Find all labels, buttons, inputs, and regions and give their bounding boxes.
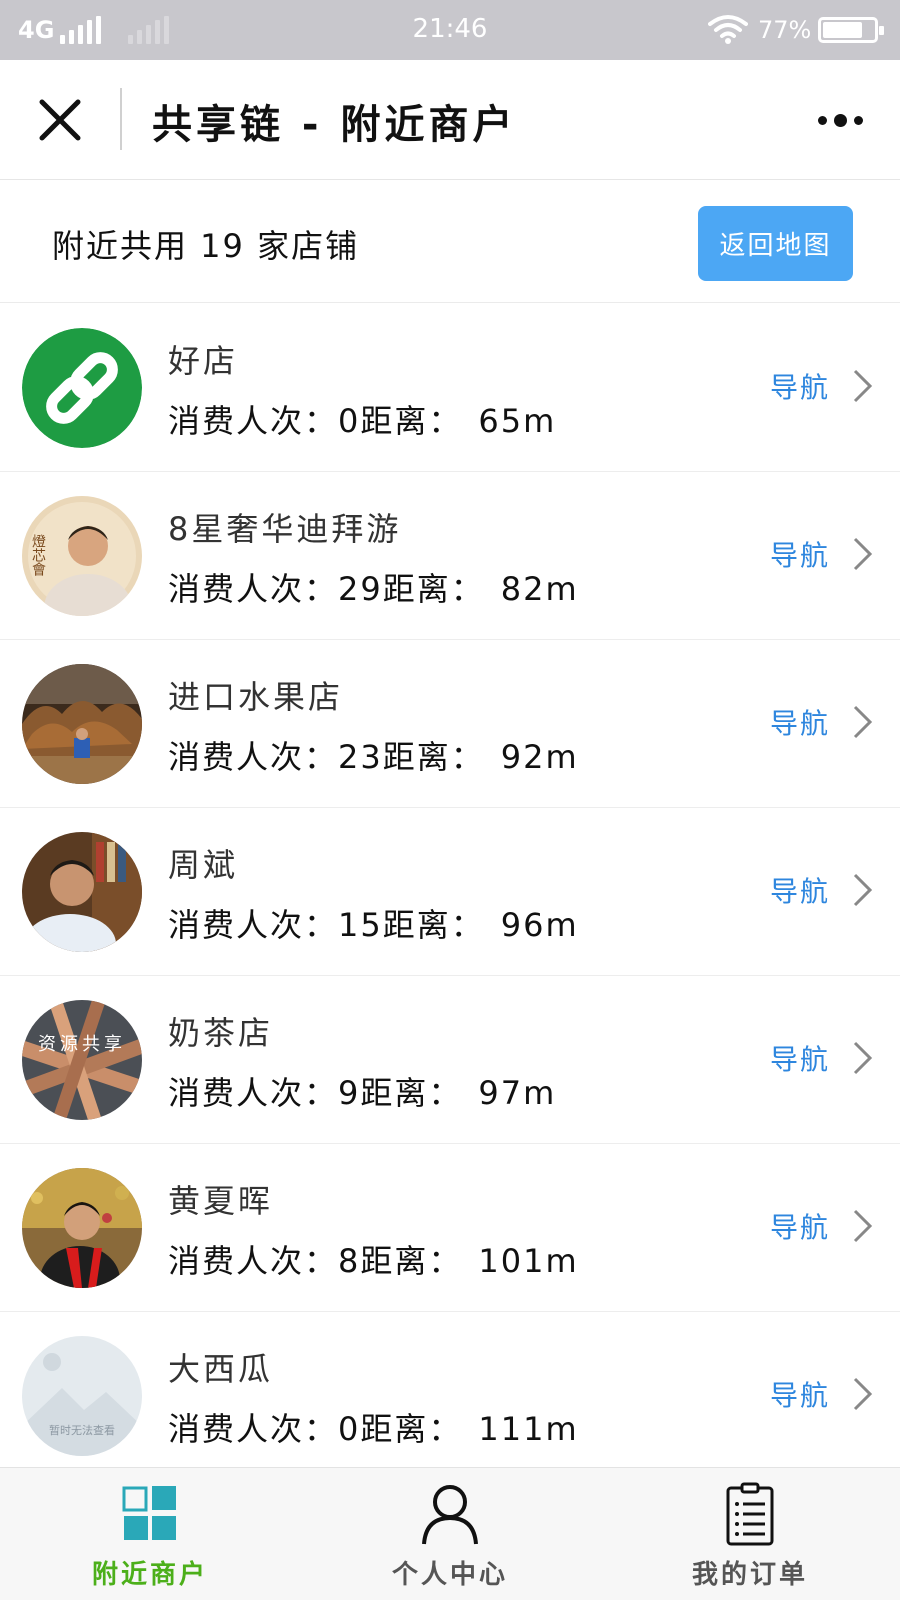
shop-name: 好店: [168, 342, 239, 380]
hands-text: 资源共享: [38, 1034, 126, 1055]
shop-row[interactable]: 好店 消费人次：0距离： 65m 导航: [0, 304, 900, 472]
wood-carving-photo-avatar: [22, 664, 142, 784]
close-icon[interactable]: [30, 90, 90, 150]
distance-label: 距离：: [360, 1410, 463, 1448]
visits-label: 消费人次：: [168, 1410, 339, 1448]
shop-stats: 消费人次：0距离： 111m: [168, 1404, 579, 1450]
visits-label: 消费人次：: [168, 1074, 339, 1112]
shop-name: 8星奢华迪拜游: [168, 510, 402, 548]
battery-percent: 77%: [758, 16, 812, 44]
image-unavailable-placeholder-avatar: 暂时无法查看: [22, 1336, 142, 1456]
chevron-right-icon[interactable]: [852, 1376, 874, 1412]
chevron-right-icon[interactable]: [852, 704, 874, 740]
shop-name: 奶茶店: [168, 1014, 274, 1052]
wifi-icon: [708, 15, 748, 44]
shop-count-text: 附近共用 19 家店铺: [52, 227, 360, 265]
shop-stats: 消费人次：9距离： 97m: [168, 1068, 556, 1114]
clipboard-icon: [726, 1482, 774, 1546]
shop-stats: 消费人次：23距离： 92m: [168, 732, 579, 778]
bottom-tab-bar: 附近商户 个人中心 我的订单: [0, 1467, 900, 1600]
distance-value: 97m: [478, 1074, 557, 1112]
back-to-map-button[interactable]: 返回地图: [698, 206, 853, 281]
shop-row[interactable]: 进口水果店 消费人次：23距离： 92m 导航: [0, 640, 900, 808]
distance-value: 111m: [478, 1410, 579, 1448]
distance-value: 96m: [500, 906, 579, 944]
navigate-link[interactable]: 导航: [770, 534, 830, 574]
shop-stats: 消费人次：8距离： 101m: [168, 1236, 579, 1282]
visits-label: 消费人次：: [168, 738, 339, 776]
visits-count: 23: [338, 738, 383, 776]
man-red-scarf-photo-avatar: [22, 1168, 142, 1288]
distance-value: 101m: [478, 1242, 579, 1280]
shop-name: 进口水果店: [168, 678, 344, 716]
shop-row[interactable]: 暂时无法查看 大西瓜 消费人次：0距离： 111m 导航: [0, 1312, 900, 1467]
man-portrait-avatar: 燈芯會: [22, 496, 142, 616]
person-icon: [422, 1485, 478, 1545]
battery-icon: [818, 17, 884, 43]
placeholder-text: 暂时无法查看: [49, 1423, 115, 1437]
visits-count: 8: [338, 1242, 361, 1280]
tab-label: 附近商户: [91, 1560, 208, 1590]
chevron-right-icon[interactable]: [852, 1208, 874, 1244]
portrait-badge-text: 燈芯會: [30, 534, 46, 576]
distance-label: 距离：: [382, 738, 485, 776]
shop-stats: 消费人次：0距离： 65m: [168, 396, 556, 442]
tab-nearby-merchants[interactable]: 附近商户: [0, 1468, 300, 1600]
chevron-right-icon[interactable]: [852, 872, 874, 908]
tab-personal-center[interactable]: 个人中心: [300, 1468, 600, 1600]
visits-label: 消费人次：: [168, 402, 339, 440]
visits-count: 29: [338, 570, 383, 608]
distance-label: 距离：: [360, 402, 463, 440]
shop-name: 周斌: [168, 846, 239, 884]
shop-name: 大西瓜: [168, 1350, 274, 1388]
tab-label: 我的订单: [691, 1560, 808, 1590]
shop-name: 黄夏晖: [168, 1182, 274, 1220]
visits-count: 9: [338, 1074, 361, 1112]
chain-link-logo-avatar: [22, 328, 142, 448]
distance-value: 65m: [478, 402, 557, 440]
chevron-right-icon[interactable]: [852, 368, 874, 404]
hands-resource-share-avatar: 资源共享: [22, 1000, 142, 1120]
shop-stats: 消费人次：15距离： 96m: [168, 900, 579, 946]
shop-list[interactable]: 好店 消费人次：0距离： 65m 导航 燈芯會 8星奢华迪拜游 消费人次：29距离…: [0, 304, 900, 1467]
visits-label: 消费人次：: [168, 906, 339, 944]
shop-row[interactable]: 燈芯會 8星奢华迪拜游 消费人次：29距离： 82m 导航: [0, 472, 900, 640]
title-bar: 共享链 - 附近商户: [0, 60, 900, 180]
grid-icon: [122, 1486, 176, 1540]
distance-label: 距离：: [360, 1074, 463, 1112]
chevron-right-icon[interactable]: [852, 536, 874, 572]
visits-label: 消费人次：: [168, 1242, 339, 1280]
chevron-right-icon[interactable]: [852, 1040, 874, 1076]
distance-value: 82m: [500, 570, 579, 608]
title-divider: [120, 88, 122, 150]
visits-count: 15: [338, 906, 383, 944]
more-options-icon[interactable]: [810, 102, 870, 138]
shop-row[interactable]: 资源共享 奶茶店 消费人次：9距离： 97m 导航: [0, 976, 900, 1144]
visits-count: 0: [338, 402, 361, 440]
tab-my-orders[interactable]: 我的订单: [600, 1468, 900, 1600]
visits-count: 0: [338, 1410, 361, 1448]
shop-stats: 消费人次：29距离： 82m: [168, 564, 579, 610]
page-title: 共享链 - 附近商户: [152, 102, 517, 148]
distance-label: 距离：: [382, 570, 485, 608]
navigate-link[interactable]: 导航: [770, 1038, 830, 1078]
navigate-link[interactable]: 导航: [770, 1374, 830, 1414]
tab-label: 个人中心: [391, 1560, 508, 1590]
shop-row[interactable]: 黄夏晖 消费人次：8距离： 101m 导航: [0, 1144, 900, 1312]
man-bookshelf-photo-avatar: [22, 832, 142, 952]
navigate-link[interactable]: 导航: [770, 1206, 830, 1246]
navigate-link[interactable]: 导航: [770, 366, 830, 406]
navigate-link[interactable]: 导航: [770, 870, 830, 910]
status-bar: 4G 21:46 77%: [0, 0, 900, 60]
shop-count-summary: 附近共用 19 家店铺 返回地图: [0, 181, 900, 303]
distance-value: 92m: [500, 738, 579, 776]
distance-label: 距离：: [360, 1242, 463, 1280]
navigate-link[interactable]: 导航: [770, 702, 830, 742]
shop-row[interactable]: 周斌 消费人次：15距离： 96m 导航: [0, 808, 900, 976]
visits-label: 消费人次：: [168, 570, 339, 608]
distance-label: 距离：: [382, 906, 485, 944]
